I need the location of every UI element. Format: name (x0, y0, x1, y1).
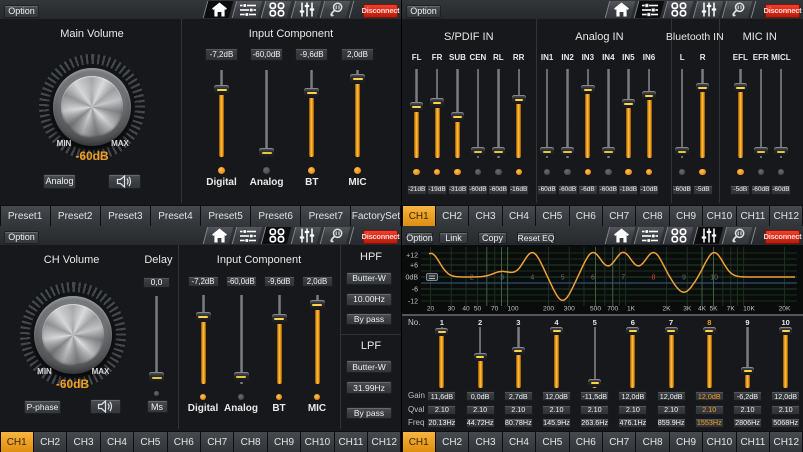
svg-text:40: 40 (462, 306, 470, 313)
svg-text:70: 70 (491, 306, 499, 313)
svg-text:+6: +6 (410, 263, 418, 270)
svg-text:6: 6 (591, 275, 595, 282)
svg-text:+12: +12 (406, 253, 418, 260)
svg-text:30: 30 (448, 306, 456, 313)
svg-text:4: 4 (530, 275, 534, 282)
svg-text:2K: 2K (662, 306, 671, 313)
svg-text:-12: -12 (408, 299, 418, 306)
svg-text:5: 5 (561, 275, 565, 282)
svg-text:20: 20 (427, 306, 435, 313)
svg-text:10K: 10K (743, 306, 755, 313)
svg-text:8: 8 (652, 275, 656, 282)
svg-text:50: 50 (474, 306, 482, 313)
svg-text:3K: 3K (683, 306, 692, 313)
svg-text:0dB: 0dB (406, 275, 419, 282)
svg-text:700: 700 (607, 306, 618, 313)
svg-text:-6: -6 (412, 287, 418, 294)
svg-text:5K: 5K (709, 306, 718, 313)
svg-text:300: 300 (564, 306, 575, 313)
svg-text:3: 3 (500, 275, 504, 282)
svg-text:4K: 4K (698, 306, 707, 313)
svg-text:7K: 7K (727, 306, 736, 313)
svg-text:2: 2 (470, 275, 474, 282)
svg-text:9: 9 (682, 275, 686, 282)
svg-text:500: 500 (590, 306, 601, 313)
svg-text:200: 200 (543, 306, 554, 313)
svg-text:20K: 20K (779, 306, 791, 313)
svg-text:1K: 1K (627, 306, 636, 313)
svg-text:7: 7 (621, 275, 625, 282)
svg-text:100: 100 (507, 306, 518, 313)
svg-text:10: 10 (710, 275, 718, 282)
